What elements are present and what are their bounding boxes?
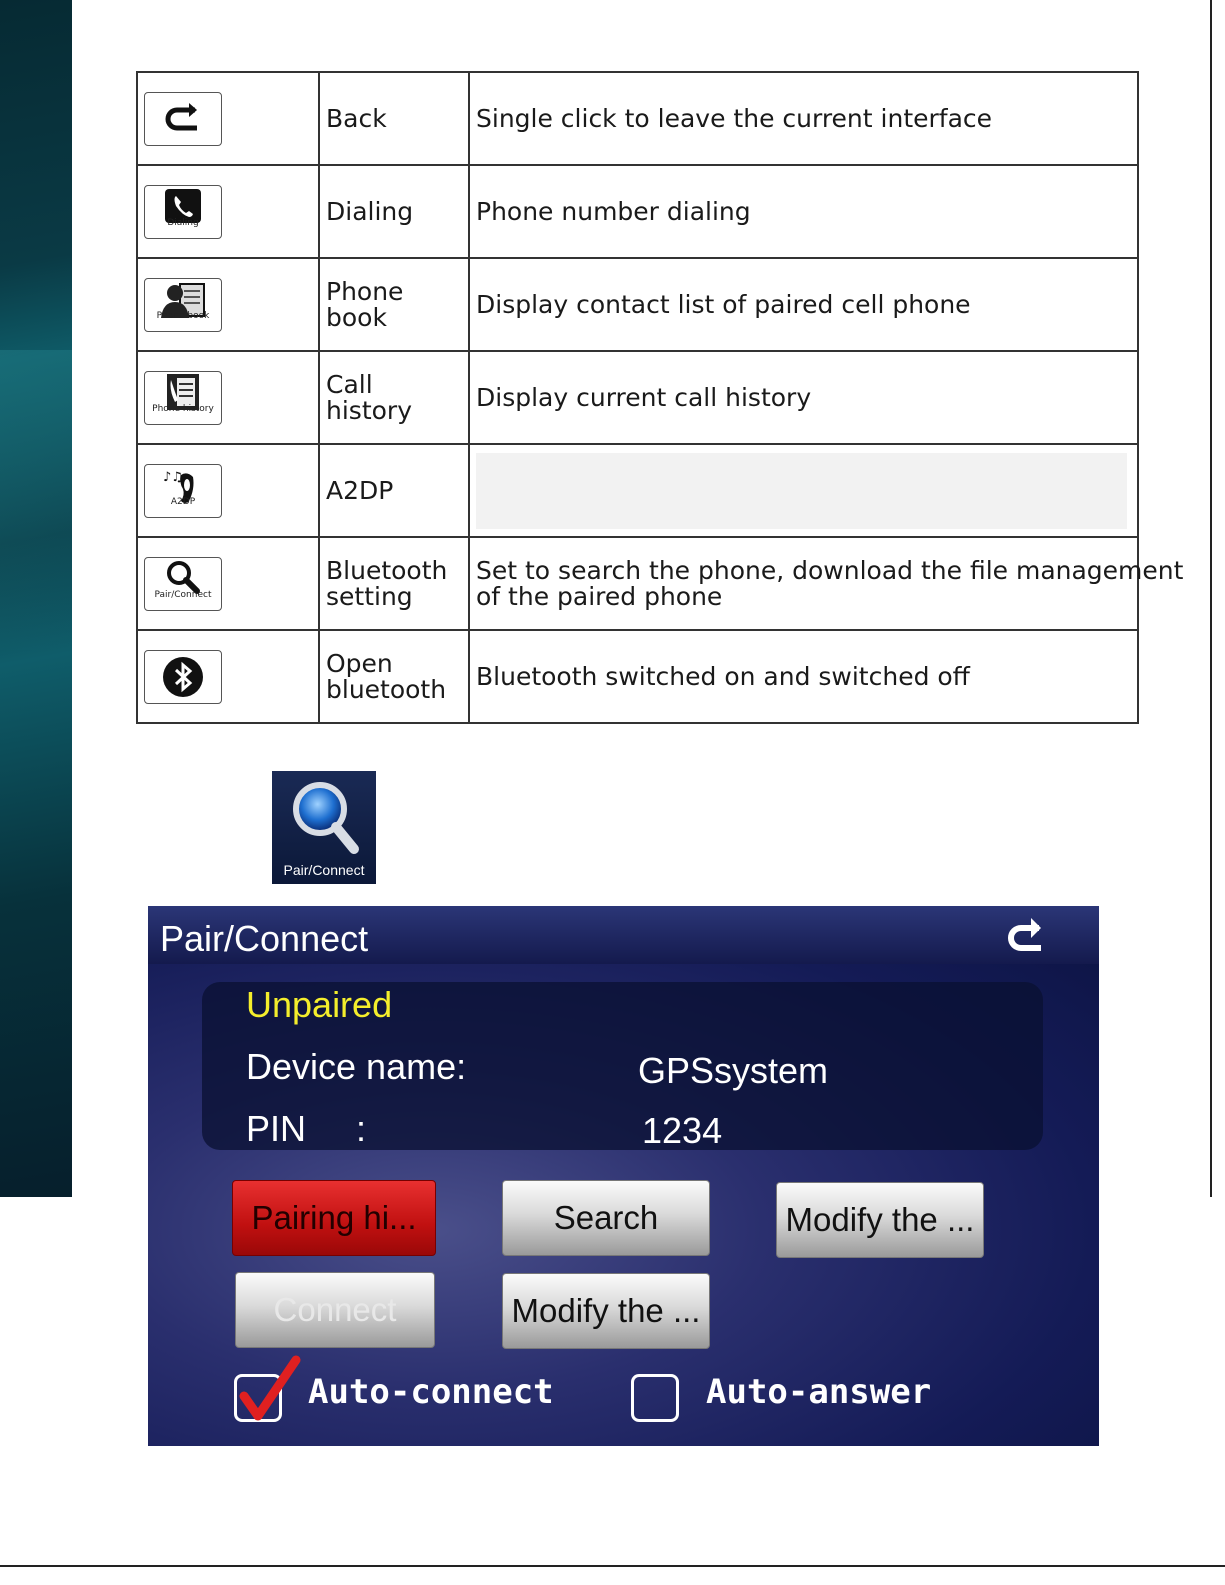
device-name-value: GPSsystem: [638, 1050, 829, 1091]
pair-connect-screen: Pair/Connect Unpaired Device name: GPSsy…: [148, 906, 1099, 1446]
pin-label: PIN: [246, 1108, 307, 1149]
feature-desc: Phone number dialing: [468, 164, 1139, 259]
table-row: Phone history Call history Display curre…: [136, 350, 1139, 445]
dialing-icon-tile: Dialing: [144, 184, 222, 239]
icon-caption: Pair/Connect: [154, 589, 212, 600]
magnifier-icon: [293, 782, 359, 854]
pairing-history-button[interactable]: Pairing hi...: [232, 1180, 436, 1256]
feature-name-line: setting: [326, 581, 413, 611]
feature-desc: Display contact list of paired cell phon…: [468, 257, 1139, 352]
feature-desc-line: of the paired phone: [476, 581, 723, 611]
feature-name: Bluetooth setting: [318, 536, 470, 631]
feature-desc: Set to search the phone, download the fi…: [468, 536, 1184, 631]
decorative-side-stripe: [0, 0, 72, 1197]
icon-caption: Phone history: [152, 403, 214, 414]
back-icon-tile: [144, 91, 222, 146]
page-bottom-rule: [0, 1565, 1225, 1567]
feature-name: Call history: [318, 350, 470, 445]
feature-name: Back: [318, 71, 470, 166]
feature-name: A2DP: [318, 443, 470, 538]
table-row: Phone book Phone book Display contact li…: [136, 257, 1139, 352]
screen-title: Pair/Connect: [160, 918, 369, 959]
back-arrow-icon[interactable]: [999, 914, 1047, 958]
feature-name: Phone book: [318, 257, 470, 352]
pin-value: 1234: [642, 1110, 723, 1151]
auto-answer-checkbox[interactable]: [631, 1374, 679, 1422]
back-arrow-icon: [165, 102, 197, 130]
icon-caption: Dialing: [167, 217, 199, 228]
feature-name-line: Bluetooth: [326, 555, 448, 585]
call-history-icon-tile: Phone history: [144, 370, 222, 425]
connect-button[interactable]: Connect: [235, 1272, 435, 1348]
feature-name: Open bluetooth: [318, 629, 470, 724]
checkmark-icon: [239, 1355, 301, 1421]
table-row: ♪♫ A2DP A2DP: [136, 443, 1139, 538]
table-row: Back Single click to leave the current i…: [136, 71, 1139, 166]
feature-name-line: Open: [326, 648, 393, 678]
modify-name-button[interactable]: Modify the ...: [776, 1182, 984, 1258]
phonebook-icon-tile: Phone book: [144, 277, 222, 332]
pin-colon: :: [356, 1108, 367, 1149]
feature-name: Dialing: [318, 164, 470, 259]
icon-caption: A2DP: [170, 496, 196, 507]
feature-table: Back Single click to leave the current i…: [136, 71, 1184, 724]
modify-pin-button[interactable]: Modify the ...: [502, 1273, 710, 1349]
feature-desc-blank: [476, 452, 1127, 529]
table-row: Pair/Connect Bluetooth setting Set to se…: [136, 536, 1184, 631]
feature-desc: Bluetooth switched on and switched off: [468, 629, 1139, 724]
feature-desc: Display current call history: [468, 350, 1139, 445]
svg-text:♪♫: ♪♫: [163, 470, 183, 485]
page-right-rule: [1210, 0, 1212, 1197]
auto-answer-label: Auto-answer: [706, 1372, 932, 1412]
device-name-label: Device name:: [246, 1046, 467, 1087]
a2dp-icon-tile: ♪♫ A2DP: [144, 463, 222, 518]
auto-connect-label: Auto-connect: [308, 1372, 554, 1412]
table-row: Dialing Dialing Phone number dialing: [136, 164, 1139, 259]
pair-connect-app-icon[interactable]: Pair/Connect: [272, 771, 376, 884]
icon-caption: Phone book: [156, 310, 210, 321]
search-button[interactable]: Search: [502, 1180, 710, 1256]
bluetooth-icon: [163, 656, 203, 697]
feature-name-line: bluetooth: [326, 674, 447, 704]
pair-connect-icon-tile: Pair/Connect: [144, 556, 222, 611]
bluetooth-icon-tile: [144, 649, 222, 704]
pairing-status: Unpaired: [246, 984, 393, 1025]
app-icon-label: Pair/Connect: [283, 862, 365, 878]
feature-desc-line: Set to search the phone, download the fi…: [476, 555, 1184, 585]
table-row: Open bluetooth Bluetooth switched on and…: [136, 629, 1139, 724]
feature-desc: Single click to leave the current interf…: [468, 71, 1139, 166]
